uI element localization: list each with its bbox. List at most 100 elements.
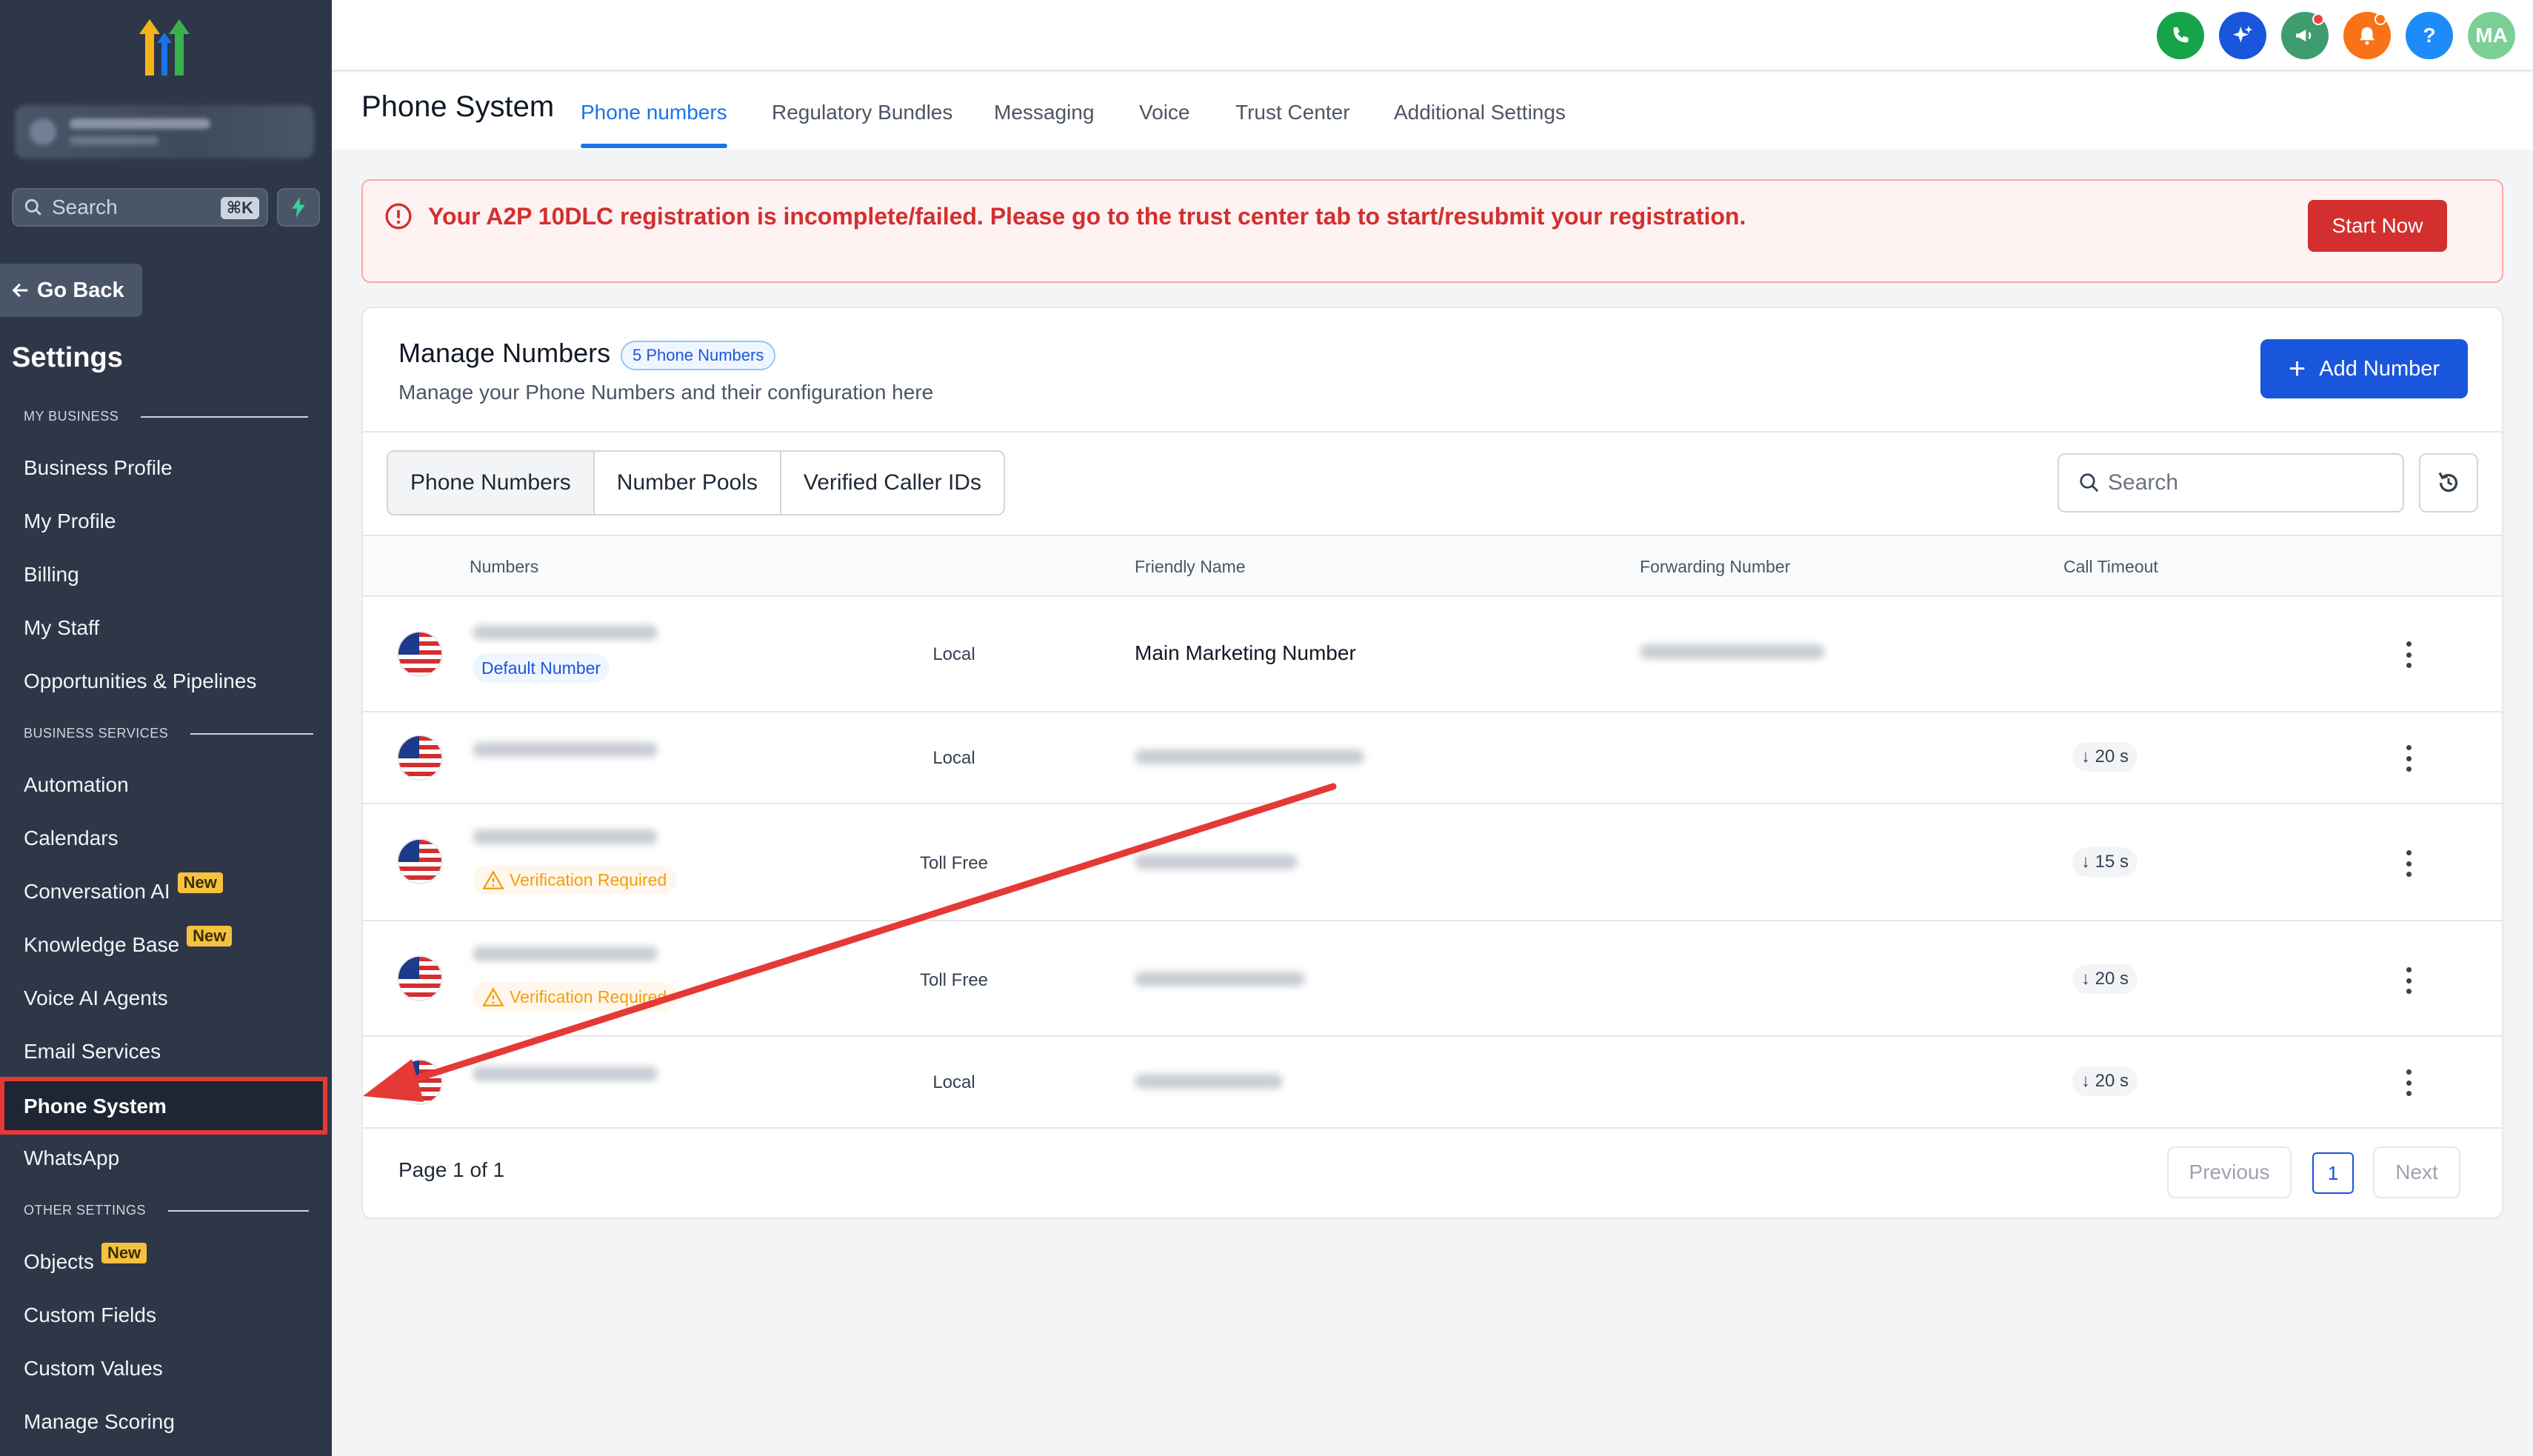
column-friendly-name: Friendly Name <box>1135 557 1246 576</box>
number-type: Local <box>932 1072 975 1092</box>
sidebar-item-calendars[interactable]: Calendars <box>24 826 119 850</box>
redacted-friendly-name <box>1135 855 1298 869</box>
ai-assistant-button[interactable] <box>2219 12 2266 59</box>
redacted-forwarding-number <box>1640 644 1825 659</box>
next-page-button[interactable]: Next <box>2373 1146 2460 1198</box>
sidebar-item-whatsapp[interactable]: WhatsApp <box>24 1146 119 1170</box>
card-subtitle: Manage your Phone Numbers and their conf… <box>398 381 934 404</box>
announcements-button[interactable] <box>2281 12 2329 59</box>
sidebar-item-billing[interactable]: Billing <box>24 563 79 587</box>
add-number-label: Add Number <box>2319 356 2440 381</box>
page-title: Phone System <box>361 90 555 123</box>
sidebar-item-opportunities[interactable]: Opportunities & Pipelines <box>24 669 256 693</box>
tab-additional-settings[interactable]: Additional Settings <box>1394 101 1566 124</box>
top-bar: ? MA <box>332 0 2533 71</box>
table-row[interactable]: Verification Required Toll Free ↓ 15 s <box>363 804 2502 921</box>
section-business-services: BUSINESS SERVICES <box>24 726 314 741</box>
phone-button[interactable] <box>2157 12 2204 59</box>
more-options-icon[interactable] <box>2401 847 2416 880</box>
column-numbers: Numbers <box>470 557 539 576</box>
call-timeout-badge: ↓ 20 s <box>2072 742 2138 772</box>
verification-required-badge: Verification Required <box>473 865 678 895</box>
section-other-settings: OTHER SETTINGS <box>24 1203 310 1218</box>
sidebar-item-automation[interactable]: Automation <box>24 773 129 797</box>
redacted-friendly-name <box>1135 1074 1283 1089</box>
current-page-button[interactable]: 1 <box>2312 1152 2354 1194</box>
segment-verified-caller-ids[interactable]: Verified Caller IDs <box>781 452 1004 514</box>
sidebar-item-voice-ai-agents[interactable]: Voice AI Agents <box>24 986 168 1010</box>
refresh-button[interactable] <box>2419 453 2478 512</box>
go-back-button[interactable]: Go Back <box>0 264 142 317</box>
search-icon <box>2080 473 2099 492</box>
default-number-badge: Default Number <box>473 653 610 683</box>
number-type: Toll Free <box>919 970 989 990</box>
redacted-phone-number <box>473 742 658 757</box>
phone-number-count-badge: 5 Phone Numbers <box>621 341 776 370</box>
refresh-icon <box>2438 472 2458 492</box>
help-button[interactable]: ? <box>2406 12 2453 59</box>
avatar-initials: MA <box>2475 24 2508 47</box>
sidebar-item-custom-values[interactable]: Custom Values <box>24 1357 163 1380</box>
table-row[interactable]: Local ↓ 20 s <box>363 1037 2502 1129</box>
new-badge: New <box>101 1243 147 1263</box>
table-row[interactable]: Default Number Local Main Marketing Numb… <box>363 597 2502 712</box>
divider <box>363 431 2502 433</box>
sidebar-item-my-staff[interactable]: My Staff <box>24 616 99 640</box>
call-timeout-badge: ↓ 15 s <box>2072 847 2138 877</box>
segment-phone-numbers[interactable]: Phone Numbers <box>388 452 595 514</box>
search-icon <box>24 198 41 216</box>
account-switcher[interactable] <box>15 105 314 158</box>
column-forwarding-number: Forwarding Number <box>1640 557 1791 576</box>
warning-triangle-icon <box>483 987 504 1006</box>
add-number-button[interactable]: + Add Number <box>2260 339 2468 398</box>
quick-actions-button[interactable] <box>277 188 320 227</box>
tab-messaging[interactable]: Messaging <box>994 101 1094 124</box>
sidebar-item-business-profile[interactable]: Business Profile <box>24 456 173 480</box>
sidebar-item-manage-scoring[interactable]: Manage Scoring <box>24 1410 175 1434</box>
notifications-button[interactable] <box>2343 12 2391 59</box>
user-avatar[interactable]: MA <box>2468 12 2515 59</box>
more-options-icon[interactable] <box>2401 1066 2416 1099</box>
manage-numbers-card: Manage Numbers 5 Phone Numbers Manage yo… <box>361 307 2503 1219</box>
new-badge: New <box>177 872 223 893</box>
segment-number-pools[interactable]: Number Pools <box>595 452 781 514</box>
search-shortcut-badge: ⌘K <box>220 197 259 219</box>
redacted-phone-number <box>473 1066 658 1081</box>
sidebar-item-objects[interactable]: Objects New <box>24 1243 147 1274</box>
sidebar-search[interactable]: Search ⌘K <box>12 188 268 227</box>
table-row[interactable]: Local ↓ 20 s <box>363 712 2502 804</box>
us-flag-icon <box>398 632 441 675</box>
call-timeout-badge: ↓ 20 s <box>2072 964 2138 994</box>
app-logo-icon[interactable] <box>129 18 200 80</box>
sidebar-item-knowledge-base[interactable]: Knowledge Base New <box>24 926 233 957</box>
section-my-business: MY BUSINESS <box>24 409 309 424</box>
call-timeout-badge: ↓ 20 s <box>2072 1066 2138 1096</box>
info-circle-icon <box>385 203 412 230</box>
table-row[interactable]: Verification Required Toll Free ↓ 20 s <box>363 921 2502 1037</box>
start-now-button[interactable]: Start Now <box>2308 200 2447 252</box>
new-badge: New <box>187 926 233 946</box>
tab-trust-center[interactable]: Trust Center <box>1235 101 1350 124</box>
sidebar-item-my-profile[interactable]: My Profile <box>24 510 116 533</box>
go-back-label: Go Back <box>37 278 124 302</box>
number-type: Local <box>932 748 975 768</box>
table-search-input[interactable]: Search <box>2058 453 2404 512</box>
tab-phone-numbers[interactable]: Phone numbers <box>581 101 727 124</box>
lightning-icon <box>292 197 305 218</box>
redacted-friendly-name <box>1135 749 1364 764</box>
tab-voice[interactable]: Voice <box>1139 101 1190 124</box>
more-options-icon[interactable] <box>2401 638 2416 671</box>
more-options-icon[interactable] <box>2401 964 2416 997</box>
sidebar: Search ⌘K Go Back Settings MY BUSINESS B… <box>0 0 332 1456</box>
sidebar-item-email-services[interactable]: Email Services <box>24 1040 161 1063</box>
previous-page-button[interactable]: Previous <box>2167 1146 2292 1198</box>
redacted-friendly-name <box>1135 972 1305 986</box>
tab-regulatory-bundles[interactable]: Regulatory Bundles <box>772 101 952 124</box>
redacted-phone-number <box>473 625 658 640</box>
sidebar-item-custom-fields[interactable]: Custom Fields <box>24 1303 156 1327</box>
sidebar-item-conversation-ai[interactable]: Conversation AI New <box>24 872 223 904</box>
sidebar-item-phone-system[interactable]: Phone System <box>0 1077 327 1135</box>
more-options-icon[interactable] <box>2401 742 2416 775</box>
number-type: Toll Free <box>919 853 989 873</box>
column-call-timeout: Call Timeout <box>2063 557 2158 576</box>
